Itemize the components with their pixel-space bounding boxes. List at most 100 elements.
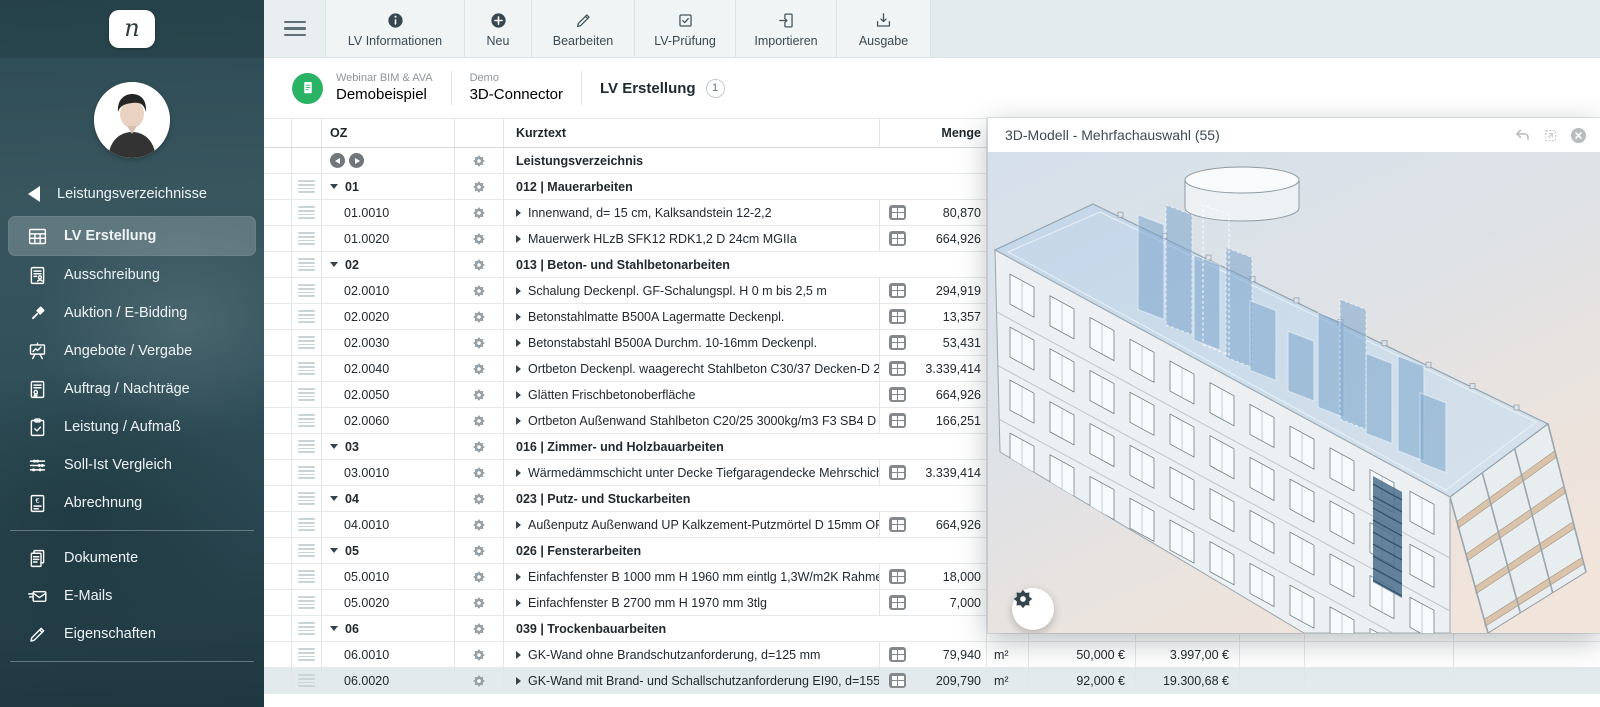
nav-next-button[interactable]	[349, 153, 364, 168]
close-icon[interactable]	[1569, 126, 1588, 145]
hamburger-menu-icon[interactable]	[264, 0, 325, 57]
nav-prev-button[interactable]	[330, 153, 345, 168]
calculator-icon[interactable]	[889, 205, 906, 220]
gear-icon[interactable]	[472, 570, 486, 584]
column-header-menge[interactable]: Menge	[906, 119, 987, 147]
gear-icon[interactable]	[472, 648, 486, 662]
3d-viewport[interactable]	[988, 152, 1600, 633]
drag-handle-icon[interactable]	[298, 310, 315, 323]
gear-icon[interactable]	[472, 362, 486, 376]
expand-arrow-icon[interactable]	[516, 391, 521, 399]
drag-handle-icon[interactable]	[298, 414, 315, 427]
collapse-arrow-icon[interactable]	[330, 626, 338, 631]
drag-handle-icon[interactable]	[298, 232, 315, 245]
expand-arrow-icon[interactable]	[516, 469, 521, 477]
collapse-arrow-icon[interactable]	[330, 444, 338, 449]
drag-handle-icon[interactable]	[298, 206, 315, 219]
sidebar-item-dokumente[interactable]: Dokumente	[0, 539, 264, 577]
sidebar-item-auftrag-nachträge[interactable]: Auftrag / Nachträge	[0, 370, 264, 408]
calculator-icon[interactable]	[889, 465, 906, 480]
expand-arrow-icon[interactable]	[516, 521, 521, 529]
calculator-icon[interactable]	[889, 387, 906, 402]
calculator-icon[interactable]	[889, 231, 906, 246]
gear-icon[interactable]	[472, 466, 486, 480]
gear-icon[interactable]	[472, 544, 486, 558]
sidebar-item-auktion-e-bidding[interactable]: Auktion / E-Bidding	[0, 294, 264, 332]
sidebar-item-lv-erstellung[interactable]: LV Erstellung	[8, 216, 256, 256]
calculator-icon[interactable]	[889, 517, 906, 532]
gear-icon[interactable]	[472, 154, 486, 168]
gear-icon[interactable]	[472, 596, 486, 610]
table-row-06.0010[interactable]: 06.0010GK-Wand ohne Brandschutzanforderu…	[264, 642, 1600, 668]
sidebar-item-e-mails[interactable]: E-Mails	[0, 577, 264, 615]
toolbar-button-ausgabe[interactable]: Ausgabe	[836, 0, 931, 57]
table-row-06.0020[interactable]: 06.0020GK-Wand mit Brand- und Schallschu…	[264, 668, 1600, 694]
undo-icon[interactable]	[1513, 126, 1532, 145]
collapse-arrow-icon[interactable]	[330, 548, 338, 553]
drag-handle-icon[interactable]	[298, 492, 315, 505]
expand-arrow-icon[interactable]	[516, 651, 521, 659]
drag-handle-icon[interactable]	[298, 362, 315, 375]
expand-arrow-icon[interactable]	[516, 365, 521, 373]
toolbar-button-lv-informationen[interactable]: LV Informationen	[325, 0, 464, 57]
calculator-icon[interactable]	[889, 413, 906, 428]
drag-handle-icon[interactable]	[298, 388, 315, 401]
gear-icon[interactable]	[472, 518, 486, 532]
expand-arrow-icon[interactable]	[516, 287, 521, 295]
expand-arrow-icon[interactable]	[516, 417, 521, 425]
sidebar-item-soll-ist-vergleich[interactable]: Soll-Ist Vergleich	[0, 446, 264, 484]
drag-handle-icon[interactable]	[298, 570, 315, 583]
collapse-arrow-icon[interactable]	[330, 496, 338, 501]
drag-handle-icon[interactable]	[298, 648, 315, 661]
gear-icon[interactable]	[472, 622, 486, 636]
breadcrumb-project[interactable]: Webinar BIM & AVA Demobeispiel	[336, 72, 451, 105]
expand-arrow-icon[interactable]	[516, 209, 521, 217]
calculator-icon[interactable]	[889, 335, 906, 350]
avatar[interactable]	[94, 82, 170, 158]
calculator-icon[interactable]	[889, 309, 906, 324]
calculator-icon[interactable]	[889, 361, 906, 376]
gear-icon[interactable]	[472, 310, 486, 324]
gear-icon[interactable]	[472, 388, 486, 402]
drag-handle-icon[interactable]	[298, 596, 315, 609]
calculator-icon[interactable]	[889, 647, 906, 662]
drag-handle-icon[interactable]	[298, 180, 315, 193]
expand-arrow-icon[interactable]	[516, 235, 521, 243]
gear-icon[interactable]	[472, 284, 486, 298]
gear-icon[interactable]	[472, 180, 486, 194]
calculator-icon[interactable]	[889, 283, 906, 298]
sidebar-item-abrechnung[interactable]: €Abrechnung	[0, 484, 264, 522]
gear-icon[interactable]	[472, 336, 486, 350]
gear-icon[interactable]	[472, 674, 486, 688]
drag-handle-icon[interactable]	[298, 336, 315, 349]
collapse-arrow-icon[interactable]	[330, 184, 338, 189]
sidebar-item-angebote-vergabe[interactable]: Angebote / Vergabe	[0, 332, 264, 370]
gear-icon[interactable]	[472, 440, 486, 454]
column-header-oz[interactable]: OZ	[322, 119, 455, 147]
drag-handle-icon[interactable]	[298, 466, 315, 479]
toolbar-button-bearbeiten[interactable]: Bearbeiten	[531, 0, 634, 57]
expand-arrow-icon[interactable]	[516, 599, 521, 607]
drag-handle-icon[interactable]	[298, 440, 315, 453]
expand-arrow-icon[interactable]	[516, 573, 521, 581]
calculator-icon[interactable]	[889, 595, 906, 610]
restore-window-icon[interactable]	[1543, 128, 1558, 143]
column-header-kurztext[interactable]: Kurztext	[504, 119, 880, 147]
gear-icon[interactable]	[472, 258, 486, 272]
gear-icon[interactable]	[472, 206, 486, 220]
expand-arrow-icon[interactable]	[516, 339, 521, 347]
gear-icon[interactable]	[472, 414, 486, 428]
drag-handle-icon[interactable]	[298, 284, 315, 297]
gear-icon[interactable]	[472, 492, 486, 506]
drag-handle-icon[interactable]	[298, 258, 315, 271]
expand-arrow-icon[interactable]	[516, 677, 521, 685]
calculator-icon[interactable]	[889, 569, 906, 584]
expand-arrow-icon[interactable]	[516, 313, 521, 321]
3d-settings-button[interactable]	[1012, 588, 1054, 630]
drag-handle-icon[interactable]	[298, 518, 315, 531]
sidebar-item-leistungsverzeichnisse[interactable]: Leistungsverzeichnisse	[0, 178, 264, 210]
calculator-icon[interactable]	[889, 673, 906, 688]
sidebar-item-leistung-aufmaß[interactable]: Leistung / Aufmaß	[0, 408, 264, 446]
toolbar-button-neu[interactable]: Neu	[464, 0, 531, 57]
toolbar-button-importieren[interactable]: Importieren	[735, 0, 836, 57]
